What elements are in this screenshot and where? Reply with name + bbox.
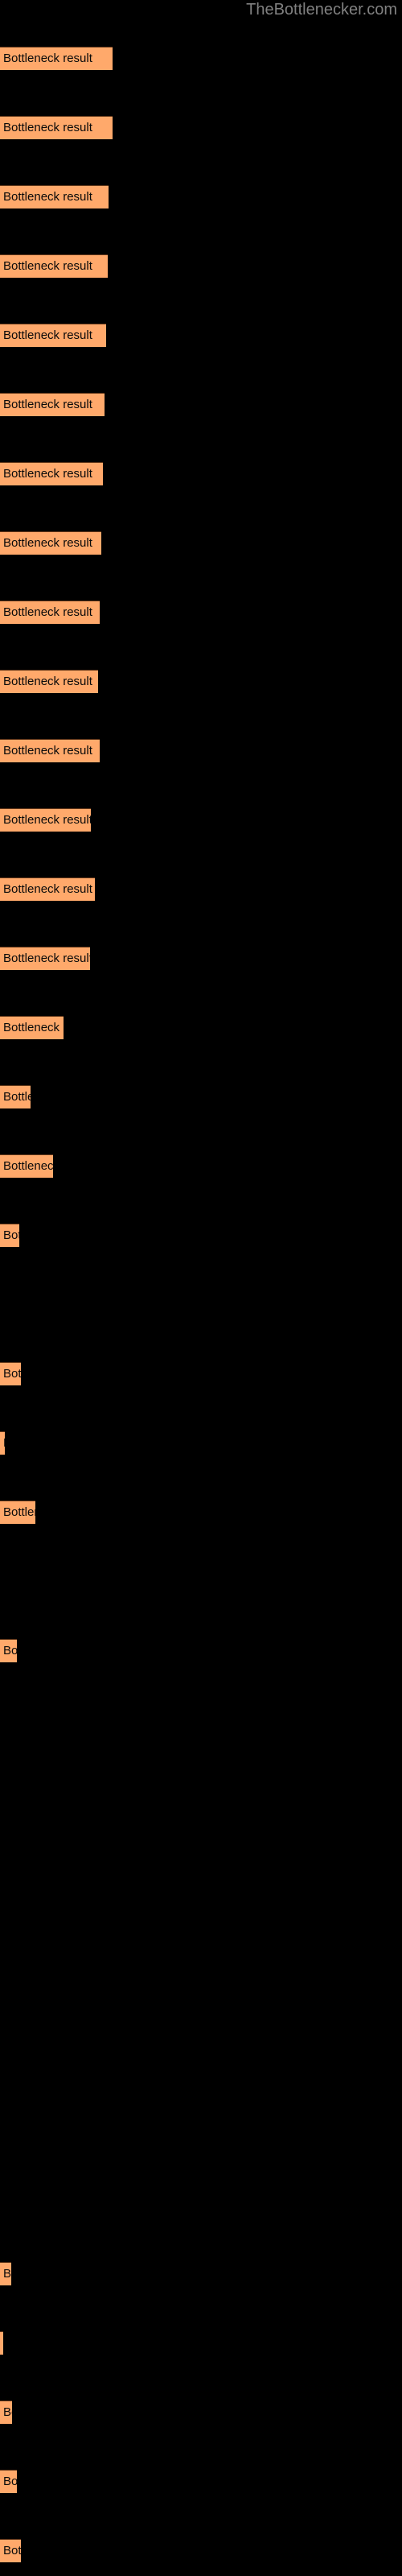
chart-bar[interactable]: Bottleneck result	[0, 1639, 17, 1662]
bar-label: Bottleneck result	[3, 2267, 11, 2281]
chart-bar[interactable]: Bottleneck result	[0, 2401, 12, 2424]
bar-label: Bottleneck result	[3, 952, 90, 965]
bar-label: Bottleneck result	[3, 536, 92, 550]
bar-label: Bottleneck result	[3, 813, 91, 827]
bar-chart: Bottleneck result Bottleneck result Bottle…	[0, 0, 402, 2576]
bar-label: Bottleneck result	[3, 882, 92, 896]
chart-bar[interactable]: Bottleneck result	[0, 462, 103, 485]
chart-bar[interactable]: Bottleneck result	[0, 2331, 3, 2355]
bar-label: Bottleneck result	[3, 2544, 21, 2557]
bar-label: Bottleneck result	[3, 2405, 12, 2419]
chart-bar[interactable]: Bottleneck result	[0, 1016, 64, 1039]
chart-bar[interactable]: Bottleneck result	[0, 254, 108, 278]
chart-bar[interactable]: Bottleneck result	[0, 185, 109, 208]
bar-label: Bottleneck result	[3, 1367, 21, 1381]
chart-bar[interactable]: Bottleneck result	[0, 47, 113, 70]
chart-bar[interactable]: Bottleneck result	[0, 324, 106, 347]
bar-label: Bottleneck result	[3, 1090, 31, 1104]
chart-bar[interactable]: Bottleneck result	[0, 670, 98, 693]
chart-bar[interactable]: Bottleneck result	[0, 947, 90, 970]
chart-bar[interactable]: Bottleneck result	[0, 2470, 17, 2493]
chart-bar[interactable]: Bottleneck result	[0, 808, 91, 832]
bar-label: Bottleneck result	[3, 121, 92, 134]
bar-label: Bottleneck result	[3, 259, 92, 273]
bar-label: Bottleneck result	[3, 190, 92, 204]
chart-bar[interactable]: Bottleneck result	[0, 1431, 5, 1455]
chart-bar[interactable]: Bottleneck result	[0, 877, 95, 901]
bar-label: Bottleneck result	[3, 1228, 19, 1242]
chart-bar[interactable]: Bottleneck result	[0, 1362, 21, 1385]
bar-label: Bottleneck result	[3, 1505, 35, 1519]
chart-bar[interactable]: Bottleneck result	[0, 601, 100, 624]
bar-label: Bottleneck result	[3, 1435, 5, 1451]
bar-label: Bottleneck result	[3, 2475, 17, 2488]
bar-label: Bottleneck result	[3, 1021, 64, 1034]
chart-bar[interactable]: Bottleneck result	[0, 116, 113, 139]
bar-label: Bottleneck result	[3, 1644, 17, 1657]
bar-label: Bottleneck result	[3, 605, 92, 619]
bar-label: Bottleneck result	[3, 398, 92, 411]
chart-bar[interactable]: Bottleneck result	[0, 1501, 35, 1524]
chart-bar[interactable]: Bottleneck result	[0, 393, 105, 416]
bar-label: Bottleneck result	[3, 675, 92, 688]
chart-bar[interactable]: Bottleneck result	[0, 1085, 31, 1108]
chart-bar[interactable]: Bottleneck result	[0, 739, 100, 762]
chart-bar[interactable]: Bottleneck result	[0, 1224, 19, 1247]
chart-bar[interactable]: Bottleneck result	[0, 2262, 11, 2285]
bar-label: Bottleneck result	[3, 52, 92, 65]
bar-label: Bottleneck result	[3, 328, 92, 342]
bar-label: Bottleneck result	[3, 467, 92, 481]
chart-bar[interactable]: Bottleneck result	[0, 2539, 21, 2562]
bar-label: Bottleneck result	[3, 1159, 53, 1173]
chart-bar[interactable]: Bottleneck result	[0, 1154, 53, 1178]
chart-bar[interactable]: Bottleneck result	[0, 531, 101, 555]
bar-label: Bottleneck result	[3, 744, 92, 758]
